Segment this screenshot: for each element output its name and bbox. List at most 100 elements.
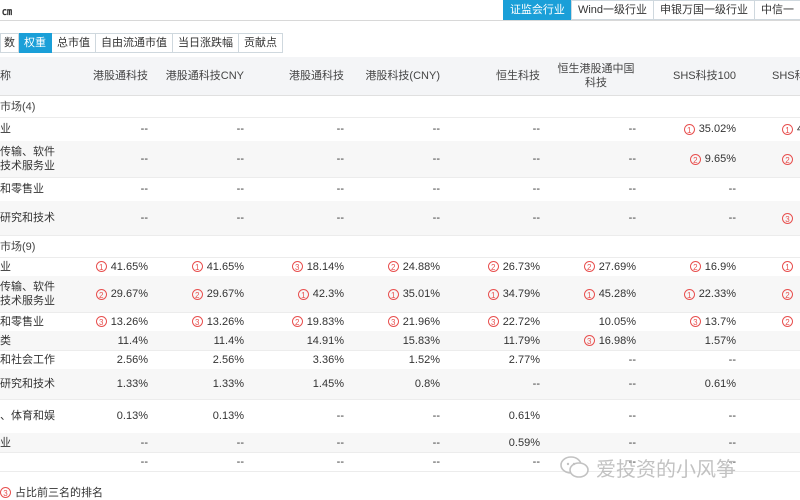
weight-cell: -- <box>154 117 244 141</box>
weight-cell: 0.13% <box>154 399 244 433</box>
weight-value: 2.56% <box>212 353 244 366</box>
weight-cell: -- <box>646 433 736 452</box>
weight-cell: 2 26.73% <box>450 257 540 276</box>
tab-weight[interactable]: 权重 <box>19 33 52 53</box>
weight-cell: 1 41.65% <box>58 257 148 276</box>
weight-value: 0.59% <box>508 436 540 449</box>
rank-badge-icon: 2 <box>782 316 793 327</box>
weight-cell: -- <box>350 452 440 471</box>
column-header-6[interactable]: 恒生港股通中国科技 <box>556 57 636 95</box>
footer-note: 3 占比前三名的排名 <box>0 484 103 500</box>
weight-cell: -- <box>542 141 636 177</box>
weight-cell: 2.56% <box>154 350 244 369</box>
column-header-8[interactable]: SHS科 <box>772 57 800 95</box>
weight-cell: 2 29.67% <box>154 276 244 312</box>
weight-value: 11.4% <box>117 334 148 347</box>
footer-note-text: 占比前三名的排名 <box>15 487 103 499</box>
column-header-1[interactable]: 港股通科技 <box>58 57 148 95</box>
weight-value: 1.45% <box>312 378 344 390</box>
weight-cell: -- <box>646 350 736 369</box>
weight-cell: 2 19.83% <box>254 312 344 331</box>
weight-cell: 14 <box>782 117 800 141</box>
section-row: 市场(4) <box>0 95 800 118</box>
rank-badge-icon: 2 <box>387 261 399 272</box>
weight-cell: 2 16.9% <box>646 257 736 276</box>
weight-value: -- <box>728 436 736 449</box>
weight-cell: 1.52% <box>350 350 440 369</box>
row-name: 、体育和娱 <box>0 410 55 422</box>
table-row: 和零售业 -- -- -- -- -- -- -- <box>0 177 800 202</box>
weight-value: -- <box>532 183 540 195</box>
rank-badge-icon: 1 <box>387 288 399 300</box>
tab-free-float-cap[interactable]: 自由流通市值 <box>96 33 173 53</box>
weight-cell: -- <box>154 177 244 201</box>
weight-value: -- <box>236 153 244 165</box>
weight-cell: -- <box>350 117 440 141</box>
column-header-7[interactable]: SHS科技100 <box>646 57 736 95</box>
weight-cell: -- <box>154 433 244 452</box>
weight-cell <box>782 433 800 452</box>
weight-value: -- <box>532 455 540 468</box>
weight-value: -- <box>628 183 636 195</box>
tab-sw-industry[interactable]: 申银万国一级行业 <box>653 0 754 20</box>
weight-value: 0.8% <box>414 378 440 390</box>
weight-value: -- <box>140 212 148 224</box>
tab-citic-industry[interactable]: 中信一 <box>754 0 800 20</box>
weight-cell: 3 <box>782 201 800 235</box>
tab-csrc-industry[interactable]: 证监会行业 <box>502 0 571 20</box>
tab-wind-industry[interactable]: Wind一级行业 <box>570 0 653 20</box>
section-label: 市场(9) <box>0 241 36 253</box>
weight-cell: 0.61% <box>646 369 736 399</box>
weight-cell: 2 27.69% <box>542 257 636 276</box>
column-header-3[interactable]: 港股通科技 <box>254 57 344 95</box>
weight-value: 1.52% <box>408 353 440 366</box>
weight-value: -- <box>236 183 244 195</box>
weight-value: 1.33% <box>212 378 244 390</box>
column-header-5[interactable]: 恒生科技 <box>450 57 540 95</box>
weight-value: 35.01% <box>402 288 440 300</box>
row-name: 研究和技术 <box>0 212 55 224</box>
weight-cell: -- <box>542 201 636 235</box>
weight-cell: -- <box>542 177 636 201</box>
weight-cell: -- <box>58 141 148 177</box>
table-row: 和零售业 3 13.26% 3 13.26% 2 19.83% 3 21.96% 3 22.72% 1… <box>0 312 800 332</box>
weight-cell: -- <box>58 117 148 141</box>
weight-cell: -- <box>350 141 440 177</box>
weight-cell: -- <box>450 452 540 471</box>
column-header-4[interactable]: 港股科技(CNY) <box>350 57 440 95</box>
weight-value: -- <box>336 436 344 449</box>
weight-value: -- <box>140 455 148 468</box>
rank-badge-icon: 3 <box>291 261 303 272</box>
weight-cell: -- <box>254 452 344 471</box>
weight-cell: 1.57% <box>646 331 736 350</box>
weight-value: 11.79% <box>503 334 541 347</box>
weight-value: 0.61% <box>704 378 736 390</box>
table-header-row: 称港股通科技 港股通科技CNY 港股通科技 港股科技(CNY) 恒生科技 恒生港股通中国科… <box>0 57 800 96</box>
tab-daily-change[interactable]: 当日涨跌幅 <box>173 33 239 53</box>
tab-count[interactable]: 数 <box>0 33 19 53</box>
weight-cell: -- <box>58 177 148 201</box>
tab-total-market-cap[interactable]: 总市值 <box>52 33 96 53</box>
industry-tabs: 证监会行业 Wind一级行业 申银万国一级行业 中信一 <box>502 0 800 20</box>
weight-value: 41.65% <box>206 260 244 273</box>
weight-cell: 0.59% <box>450 433 540 452</box>
weight-value: 14.91% <box>306 334 344 347</box>
row-name: 业 <box>0 436 11 449</box>
table-row: 研究和技术 -- -- -- -- -- -- -- 3 <box>0 201 800 236</box>
weight-value: -- <box>628 410 636 422</box>
weight-cell: -- <box>58 433 148 452</box>
rank-badge-icon: 1 <box>583 288 595 300</box>
weight-value: -- <box>628 123 636 135</box>
weight-cell: 3.36% <box>254 350 344 369</box>
column-header-name[interactable]: 称 <box>0 57 11 95</box>
tab-contribution[interactable]: 贡献点 <box>239 33 283 53</box>
weight-cell: 0.13% <box>58 399 148 433</box>
column-header-2[interactable]: 港股通科技CNY <box>154 57 244 95</box>
weight-cell: 1 22.33% <box>646 276 736 312</box>
weight-cell: 3 16.98% <box>542 331 636 350</box>
rank-badge-icon: 1 <box>683 123 695 135</box>
watermark-text: 爱投资的小风筝 <box>596 458 736 481</box>
rank-badge-icon: 3 <box>689 316 701 327</box>
weight-cell: -- <box>450 177 540 201</box>
weight-cell: 0.8% <box>350 369 440 399</box>
